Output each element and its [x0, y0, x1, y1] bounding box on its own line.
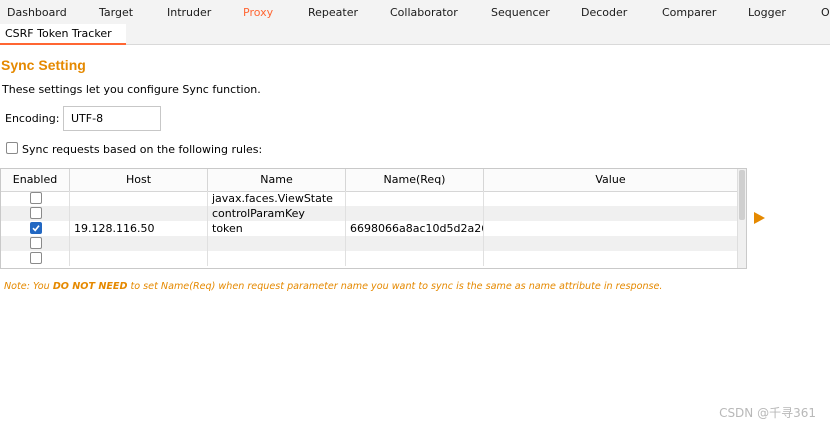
host-cell[interactable]: 19.128.116.50: [70, 221, 208, 236]
note-emphasis: DO NOT NEED: [52, 281, 128, 292]
top-tab-bar: Dashboard Target Intruder Proxy Repeater…: [0, 0, 830, 25]
column-header-name-req[interactable]: Name(Req): [346, 169, 484, 191]
name-req-cell[interactable]: 6698066a8ac10d5d2a2658.: [346, 221, 484, 236]
encoding-input[interactable]: [63, 106, 161, 131]
row-enabled-checkbox[interactable]: [30, 237, 42, 249]
tab-logger[interactable]: Logger: [748, 6, 786, 19]
column-header-value[interactable]: Value: [484, 169, 737, 191]
rules-table: Enabled Host Name Name(Req) Value javax.…: [0, 168, 747, 269]
name-cell[interactable]: [208, 236, 346, 251]
sync-rules-label: Sync requests based on the following rul…: [22, 143, 263, 156]
tab-proxy[interactable]: Proxy: [243, 6, 273, 19]
table-row[interactable]: 19.128.116.50 token 6698066a8ac10d5d2a26…: [1, 221, 737, 236]
value-cell[interactable]: [484, 206, 737, 221]
table-scrollbar[interactable]: [737, 169, 746, 268]
sub-tab-bar: CSRF Token Tracker: [0, 24, 830, 45]
tab-collaborator[interactable]: Collaborator: [390, 6, 458, 19]
name-cell[interactable]: controlParamKey: [208, 206, 346, 221]
tab-repeater[interactable]: Repeater: [308, 6, 358, 19]
host-cell[interactable]: [70, 236, 208, 251]
tab-dashboard[interactable]: Dashboard: [7, 6, 67, 19]
enabled-cell: [1, 206, 70, 221]
enabled-cell: [1, 221, 70, 236]
table-row[interactable]: [1, 236, 737, 251]
note-prefix: Note: You: [4, 281, 53, 292]
triangle-right-icon[interactable]: [753, 212, 765, 224]
tab-csrf-token-tracker[interactable]: CSRF Token Tracker: [0, 24, 126, 45]
table-row[interactable]: [1, 251, 737, 266]
column-header-host[interactable]: Host: [70, 169, 208, 191]
burp-window: Dashboard Target Intruder Proxy Repeater…: [0, 0, 830, 428]
enabled-cell: [1, 236, 70, 251]
table-row[interactable]: controlParamKey: [1, 206, 737, 221]
tab-target[interactable]: Target: [99, 6, 133, 19]
table-row[interactable]: javax.faces.ViewState: [1, 191, 737, 206]
name-req-cell[interactable]: [346, 251, 484, 266]
value-cell[interactable]: [484, 221, 737, 236]
note-suffix: to set Name(Req) when request parameter …: [127, 281, 663, 292]
tab-overflow[interactable]: O: [821, 6, 830, 19]
column-header-name[interactable]: Name: [208, 169, 346, 191]
name-cell[interactable]: [208, 251, 346, 266]
column-header-enabled[interactable]: Enabled: [1, 169, 70, 191]
host-cell[interactable]: [70, 251, 208, 266]
name-cell[interactable]: token: [208, 221, 346, 236]
enabled-cell: [1, 191, 70, 206]
row-enabled-checkbox[interactable]: [30, 207, 42, 219]
section-title: Sync Setting: [1, 57, 86, 73]
note-text: Note: You DO NOT NEED to set Name(Req) w…: [4, 281, 662, 292]
sync-rules-checkbox[interactable]: [6, 142, 18, 154]
value-cell[interactable]: [484, 191, 737, 206]
checkmark-icon: [32, 225, 40, 232]
tab-intruder[interactable]: Intruder: [167, 6, 211, 19]
host-cell[interactable]: [70, 206, 208, 221]
table-header: Enabled Host Name Name(Req) Value: [1, 169, 737, 192]
enabled-cell: [1, 251, 70, 266]
tab-decoder[interactable]: Decoder: [581, 6, 627, 19]
scrollbar-thumb[interactable]: [739, 170, 745, 220]
name-req-cell[interactable]: [346, 206, 484, 221]
tab-comparer[interactable]: Comparer: [662, 6, 716, 19]
encoding-label: Encoding:: [5, 112, 60, 125]
tab-sequencer[interactable]: Sequencer: [491, 6, 550, 19]
name-req-cell[interactable]: [346, 236, 484, 251]
watermark: CSDN @千寻361: [719, 406, 816, 420]
row-enabled-checkbox[interactable]: [30, 222, 42, 234]
section-description: These settings let you configure Sync fu…: [2, 83, 261, 96]
value-cell[interactable]: [484, 236, 737, 251]
row-enabled-checkbox[interactable]: [30, 192, 42, 204]
row-enabled-checkbox[interactable]: [30, 252, 42, 264]
name-req-cell[interactable]: [346, 191, 484, 206]
name-cell[interactable]: javax.faces.ViewState: [208, 191, 346, 206]
host-cell[interactable]: [70, 191, 208, 206]
value-cell[interactable]: [484, 251, 737, 266]
